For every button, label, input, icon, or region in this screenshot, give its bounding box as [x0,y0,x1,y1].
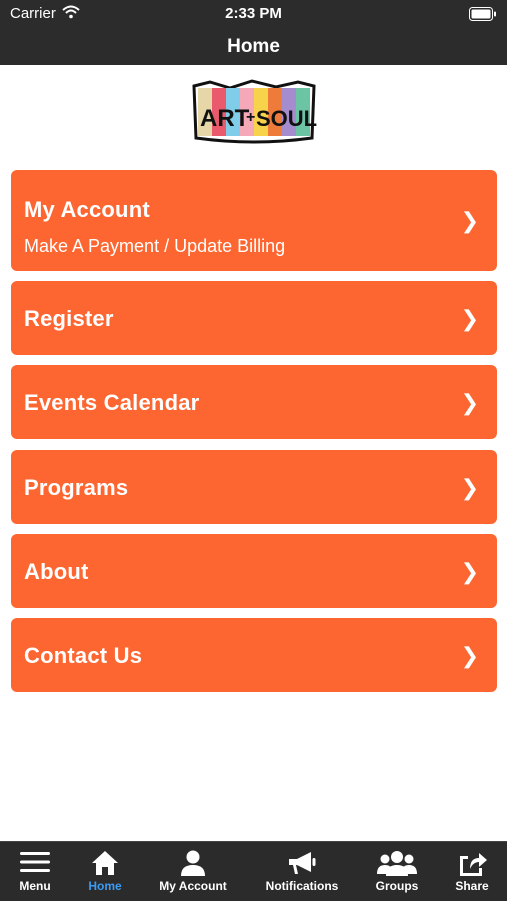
tab-label: Notifications [265,879,339,893]
nav-bar: Home [0,28,507,65]
chevron-right-icon: ❯ [460,306,479,331]
tab-label: My Account [159,879,227,893]
art-soul-logo: ART + SOUL [192,79,317,144]
svg-text:+: + [246,109,255,126]
svg-text:ART: ART [200,105,250,132]
chevron-right-icon: ❯ [460,475,479,500]
chevron-right-icon: ❯ [460,208,479,233]
tab-home[interactable]: Home [70,842,140,901]
battery-icon [469,7,496,21]
menu-item-events-calendar[interactable]: Events Calendar ❯ [11,365,497,439]
menu-item-title: Register [24,306,114,331]
tab-label: Share [455,879,489,893]
tab-label: Menu [19,879,51,893]
user-icon [181,850,205,876]
chevron-right-icon: ❯ [460,390,479,415]
svg-text:SOUL: SOUL [256,106,317,131]
hamburger-icon [20,852,50,872]
megaphone-icon [289,852,316,874]
menu-item-programs[interactable]: Programs ❯ [11,450,497,524]
menu-item-title: Contact Us [24,643,143,668]
tab-bar: Menu Home My Account Notifications Group… [0,841,507,901]
tab-notifications[interactable]: Notifications [256,842,348,901]
menu-item-about[interactable]: About ❯ [11,534,497,608]
chevron-right-icon: ❯ [460,643,479,668]
tab-share[interactable]: Share [442,842,502,901]
chevron-right-icon: ❯ [460,559,479,584]
group-icon [377,851,417,876]
tab-menu[interactable]: Menu [0,842,70,901]
share-icon [460,853,487,876]
tab-label: Groups [375,879,419,893]
tab-groups[interactable]: Groups [366,842,428,901]
page-title: Home [227,36,280,57]
status-time: 2:33 PM [225,5,282,22]
tab-label: Home [88,879,122,893]
menu-item-title: Events Calendar [24,390,200,415]
status-bar: Carrier 2:33 PM [0,0,507,28]
tab-my-account[interactable]: My Account [150,842,236,901]
home-icon [92,851,118,875]
menu-item-contact-us[interactable]: Contact Us ❯ [11,618,497,692]
menu-item-title: Programs [24,475,129,500]
menu-item-register[interactable]: Register ❯ [11,281,497,355]
menu-item-my-account[interactable]: My Account Make A Payment / Update Billi… [11,170,497,271]
menu-item-title: My Account [24,197,150,222]
menu-item-title: About [24,559,89,584]
menu-item-subtitle: Make A Payment / Update Billing [24,236,286,256]
